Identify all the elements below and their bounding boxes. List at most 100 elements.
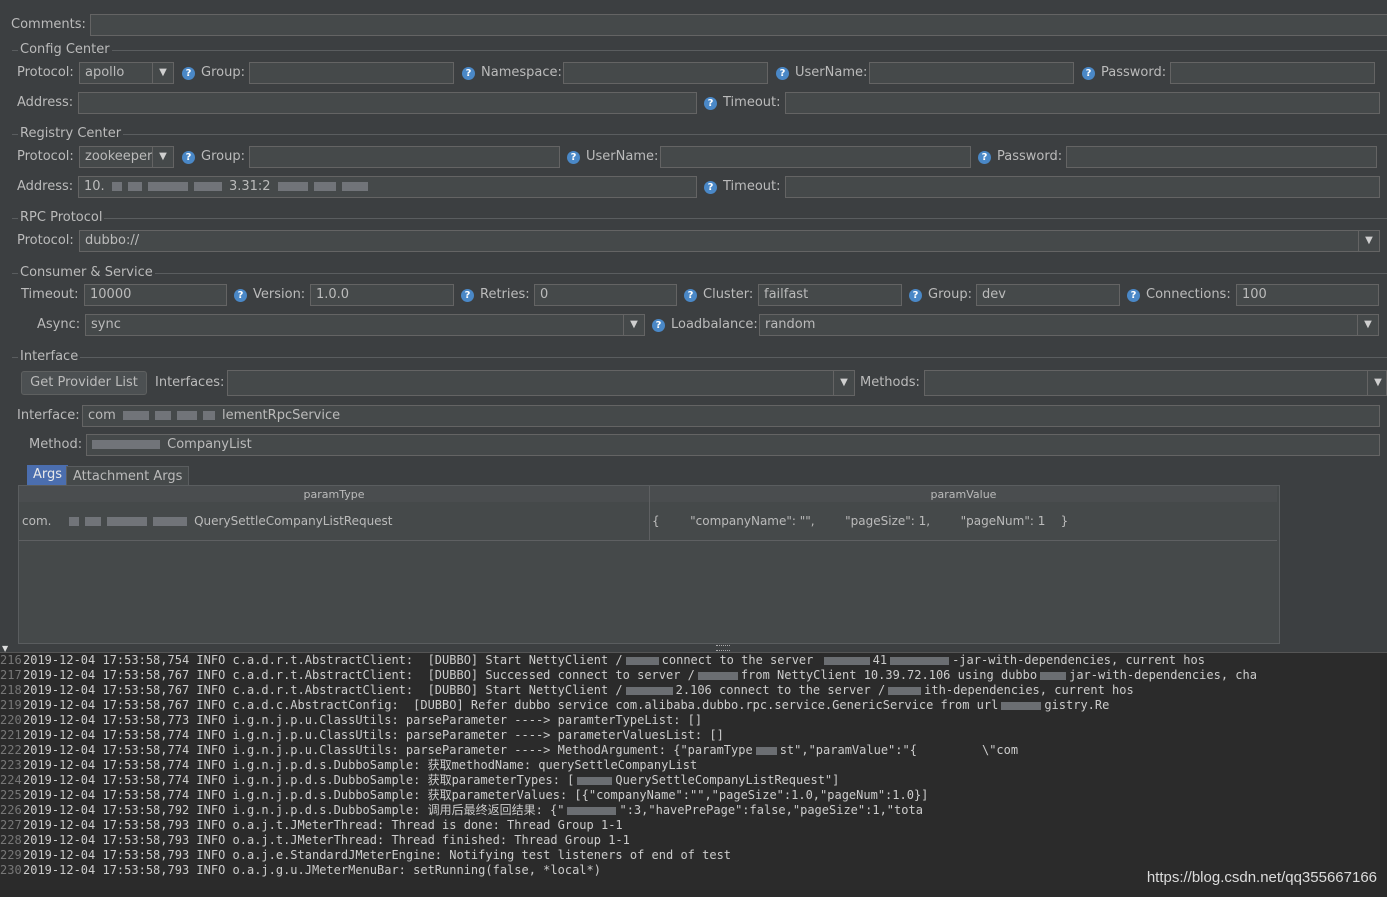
tab-attachment-args[interactable]: Attachment Args — [66, 466, 190, 486]
consumer-service-border — [12, 273, 1387, 274]
get-provider-list-button[interactable]: Get Provider List — [21, 371, 147, 395]
param-type-cell[interactable]: com. QuerySettleCompanyListRequest — [19, 502, 650, 540]
interfaces-select[interactable]: ▼ — [227, 370, 855, 396]
consumer-retries-input[interactable]: 0 — [534, 284, 677, 306]
rpc-protocol-label: Protocol: — [17, 233, 74, 248]
log-line: 2252019-12-04 17:53:58,774 INFO i.g.n.j.… — [0, 788, 928, 803]
comments-label: Comments: — [11, 17, 86, 32]
log-line: 2282019-12-04 17:53:58,793 INFO o.a.j.t.… — [0, 833, 630, 848]
interface-title: Interface — [18, 349, 81, 365]
help-icon[interactable]: ? — [567, 151, 580, 164]
chevron-down-icon[interactable]: ▼ — [152, 147, 173, 167]
redacted-block — [154, 411, 171, 420]
comments-input[interactable] — [90, 14, 1387, 36]
consumer-timeout-input[interactable]: 10000 — [84, 284, 227, 306]
line-number: 230 — [0, 863, 22, 877]
registry-protocol-select[interactable]: zookeeper ▼ — [79, 146, 174, 168]
log-text: 2019-12-04 17:53:58,773 INFO i.g.n.j.p.u… — [23, 713, 703, 727]
config-protocol-select[interactable]: apollo ▼ — [79, 62, 174, 84]
log-text: 2019-12-04 17:53:58,774 INFO i.g.n.j.p.d… — [23, 773, 575, 787]
help-icon[interactable]: ? — [704, 97, 717, 110]
consumer-async-select[interactable]: sync ▼ — [85, 314, 645, 336]
line-number: 220 — [0, 713, 22, 727]
help-icon[interactable]: ? — [1127, 289, 1140, 302]
help-icon[interactable]: ? — [776, 67, 789, 80]
drag-handle-icon[interactable] — [716, 645, 730, 651]
log-text: jar-with-dependencies, cha — [1069, 668, 1257, 682]
chevron-down-icon[interactable]: ▼ — [1358, 231, 1379, 251]
redacted-block — [888, 686, 922, 695]
help-icon[interactable]: ? — [704, 181, 717, 194]
help-icon[interactable]: ? — [978, 151, 991, 164]
config-password-input[interactable] — [1170, 62, 1375, 84]
chevron-down-icon[interactable]: ▼ — [833, 371, 854, 395]
log-line: 2182019-12-04 17:53:58,767 INFO c.a.d.r.… — [0, 683, 1134, 698]
chevron-down-icon[interactable]: ▼ — [1367, 371, 1386, 395]
consumer-connections-input[interactable]: 100 — [1236, 284, 1379, 306]
registry-address-label: Address: — [17, 179, 74, 194]
help-icon[interactable]: ? — [182, 151, 195, 164]
split-pane-divider[interactable]: ▼ — [0, 644, 1387, 653]
column-header-paramvalue[interactable]: paramValue — [650, 486, 1278, 502]
method-label: Method: — [29, 437, 83, 452]
help-icon[interactable]: ? — [182, 67, 195, 80]
interface-input[interactable]: com lementRpcService — [82, 405, 1380, 427]
registry-username-input[interactable] — [660, 146, 971, 168]
help-icon[interactable]: ? — [462, 67, 475, 80]
redacted-block — [625, 686, 673, 695]
redacted-block — [153, 516, 188, 526]
param-value-cell[interactable]: { "companyName": "", "pageSize": 1, "pag… — [650, 502, 1278, 540]
config-namespace-input[interactable] — [563, 62, 768, 84]
help-icon[interactable]: ? — [234, 289, 247, 302]
line-number: 222 — [0, 743, 22, 757]
redacted-block — [176, 411, 197, 420]
help-icon[interactable]: ? — [684, 289, 697, 302]
consumer-version-input[interactable]: 1.0.0 — [310, 284, 454, 306]
registry-timeout-input[interactable] — [785, 176, 1380, 198]
log-line: 2262019-12-04 17:53:58,792 INFO i.g.n.j.… — [0, 803, 923, 818]
config-username-input[interactable] — [869, 62, 1074, 84]
rpc-protocol-select[interactable]: dubbo:// ▼ — [79, 230, 1380, 252]
config-group-input[interactable] — [249, 62, 454, 84]
help-icon[interactable]: ? — [1082, 67, 1095, 80]
consumer-version-label: Version: — [253, 287, 306, 302]
redacted-block — [147, 182, 188, 191]
log-line: 2242019-12-04 17:53:58,774 INFO i.g.n.j.… — [0, 773, 839, 788]
registry-protocol-value: zookeeper — [85, 149, 153, 164]
consumer-cluster-input[interactable]: failfast — [758, 284, 902, 306]
table-row[interactable]: com. QuerySettleCompanyListRequest { "co… — [19, 502, 1277, 540]
help-icon[interactable]: ? — [909, 289, 922, 302]
redacted-block — [277, 182, 308, 191]
chevron-down-icon[interactable]: ▼ — [1357, 315, 1378, 335]
log-line: 2162019-12-04 17:53:58,754 INFO c.a.d.r.… — [0, 653, 1205, 668]
watermark: https://blog.csdn.net/qq355667166 — [1146, 869, 1377, 886]
tab-args[interactable]: Args — [27, 465, 69, 485]
log-text: 2019-12-04 17:53:58,767 INFO c.a.d.r.t.A… — [23, 668, 695, 682]
config-timeout-input[interactable] — [785, 92, 1380, 114]
consumer-group-input[interactable]: dev — [976, 284, 1120, 306]
help-icon[interactable]: ? — [461, 289, 474, 302]
registry-group-input[interactable] — [249, 146, 560, 168]
consumer-loadbalance-select[interactable]: random ▼ — [759, 314, 1379, 336]
log-text: 2.106 connect to the server / — [675, 683, 886, 697]
chevron-down-icon[interactable]: ▼ — [623, 315, 644, 335]
interface-label: Interface: — [17, 408, 80, 423]
config-address-input[interactable] — [78, 92, 697, 114]
help-icon[interactable]: ? — [652, 319, 665, 332]
line-number: 229 — [0, 848, 22, 862]
registry-address-input[interactable]: 10. 3.31:2 — [78, 176, 697, 198]
rpc-protocol-value: dubbo:// — [85, 233, 140, 248]
log-text: 2019-12-04 17:53:58,792 INFO i.g.n.j.p.d… — [23, 803, 565, 817]
chevron-down-icon[interactable]: ▼ — [152, 63, 173, 83]
param-type-prefix: com. — [22, 513, 52, 528]
methods-select[interactable]: ▼ — [924, 370, 1387, 396]
registry-password-input[interactable] — [1066, 146, 1377, 168]
log-line: 2292019-12-04 17:53:58,793 INFO o.a.j.e.… — [0, 848, 731, 863]
column-header-paramtype[interactable]: paramType — [19, 486, 650, 502]
line-number: 221 — [0, 728, 22, 742]
log-panel[interactable]: 2162019-12-04 17:53:58,754 INFO c.a.d.r.… — [0, 652, 1387, 897]
method-input[interactable]: CompanyList — [86, 434, 1380, 456]
redacted-block — [567, 806, 617, 815]
log-text: gistry.Re — [1044, 698, 1110, 712]
log-line: 2302019-12-04 17:53:58,793 INFO o.a.j.g.… — [0, 863, 601, 878]
